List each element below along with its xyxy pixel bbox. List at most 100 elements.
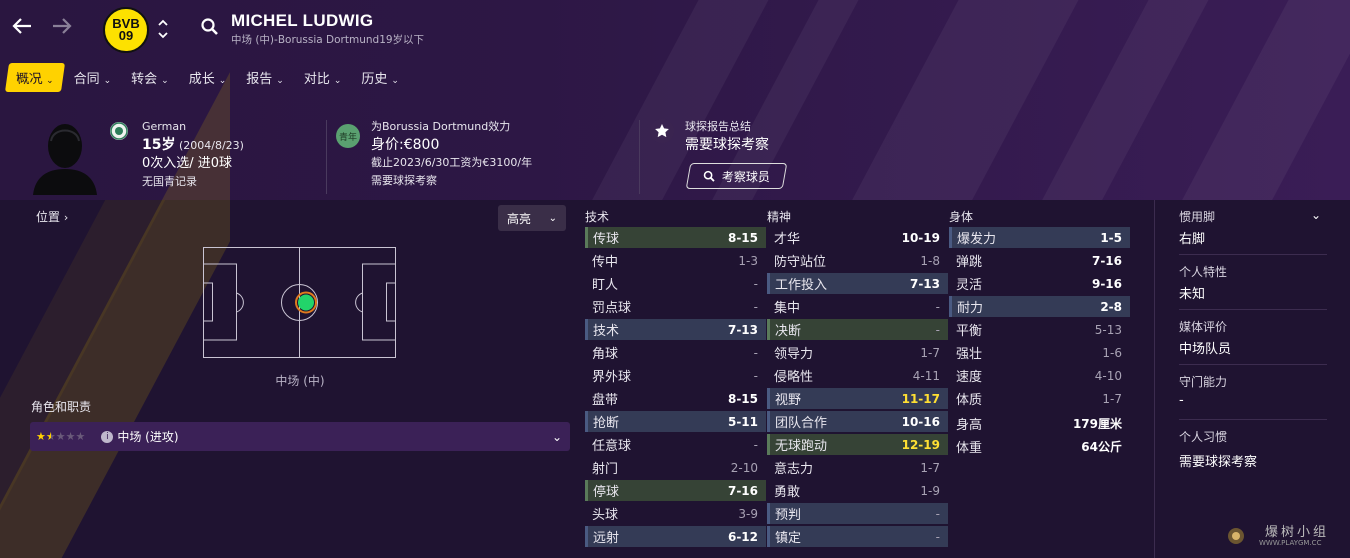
roles-label: 角色和职责: [31, 400, 92, 414]
attribute-name: 工作投入: [775, 278, 828, 293]
attribute-value: 4-10: [1094, 368, 1122, 383]
attribute-row[interactable]: 才华 10-19: [767, 227, 948, 248]
attribute-name: 速度: [956, 370, 983, 385]
profile-menu: 概况 ⌄ 合同 ⌄ 转会 ⌄ 成长 ⌄ 报告 ⌄ 对比 ⌄ 历史 ⌄: [4, 63, 410, 92]
attribute-row[interactable]: 界外球 -: [585, 365, 766, 386]
attribute-row[interactable]: 技术 7-13: [585, 319, 766, 340]
national-badge-icon: [110, 122, 128, 140]
role-stars: ★★★★★: [36, 430, 86, 443]
attribute-row[interactable]: 镇定 -: [767, 526, 948, 547]
goalkeeping-label: 守门能力: [1179, 375, 1228, 389]
attribute-row[interactable]: 无球跑动 12-19: [767, 434, 948, 455]
attribute-value: 6-12: [727, 529, 758, 544]
attribute-value: 7-16: [727, 483, 758, 498]
chevron-down-icon[interactable]: ⌄: [1311, 208, 1321, 222]
back-arrow-icon[interactable]: [8, 14, 36, 42]
weight-row: 体重 64公斤: [949, 436, 1130, 457]
playing-for: 为Borussia Dortmund效力: [371, 120, 511, 133]
highlight-select[interactable]: 高亮 ⌄: [498, 205, 566, 231]
search-icon[interactable]: [200, 17, 220, 37]
attribute-row[interactable]: 传中 1-3: [585, 250, 766, 271]
attribute-row[interactable]: 射门 2-10: [585, 457, 766, 478]
attribute-value: 1-8: [920, 253, 940, 268]
menu-development[interactable]: 成长 ⌄: [180, 63, 236, 92]
watermark-logo-icon: [1228, 528, 1244, 544]
divider: [326, 120, 327, 194]
club-logo-number: 09: [118, 28, 134, 43]
chevron-down-icon: ⌄: [551, 429, 562, 444]
attribute-row[interactable]: 团队合作 10-16: [767, 411, 948, 432]
attribute-row[interactable]: 抢断 5-11: [585, 411, 766, 432]
menu-compare[interactable]: 对比 ⌄: [295, 63, 351, 92]
role-name: 中场 (进攻): [117, 430, 179, 444]
attribute-row[interactable]: 角球 -: [585, 342, 766, 363]
scout-player-button[interactable]: 考察球员: [685, 163, 788, 189]
attribute-value: 8-15: [727, 391, 758, 406]
attribute-name: 团队合作: [775, 416, 828, 431]
menu-contract[interactable]: 合同 ⌄: [65, 63, 121, 92]
attribute-name: 防守站位: [774, 255, 827, 270]
divider: [1179, 364, 1327, 365]
highlight-select-label: 高亮: [507, 211, 532, 226]
attribute-row[interactable]: 弹跳 7-16: [949, 250, 1130, 271]
attribute-row[interactable]: 勇敢 1-9: [767, 480, 948, 501]
watermark-url: WWW.PLAYGM.CC: [1259, 539, 1322, 547]
attribute-value: -: [935, 506, 940, 521]
attribute-name: 无球跑动: [775, 439, 828, 454]
attribute-row[interactable]: 任意球 -: [585, 434, 766, 455]
attribute-row[interactable]: 决断 -: [767, 319, 948, 340]
role-select[interactable]: ★★★★★ i 中场 (进攻) ⌄: [30, 422, 570, 451]
divider: [1179, 419, 1327, 420]
attribute-row[interactable]: 罚点球 -: [585, 296, 766, 317]
club-logo[interactable]: BVB 09: [103, 7, 149, 53]
menu-transfer[interactable]: 转会 ⌄: [122, 63, 178, 92]
attribute-row[interactable]: 视野 11-17: [767, 388, 948, 409]
attribute-row[interactable]: 耐力 2-8: [949, 296, 1130, 317]
habits-value: 需要球探考察: [1179, 455, 1258, 470]
attribute-row[interactable]: 领导力 1-7: [767, 342, 948, 363]
attribute-value: 2-8: [1100, 299, 1122, 314]
club-switch-icon[interactable]: [157, 18, 169, 42]
youth-badge: 青年: [336, 124, 360, 148]
attribute-row[interactable]: 爆发力 1-5: [949, 227, 1130, 248]
watermark: 爆树小组 WWW.PLAYGM.CC: [1225, 520, 1345, 552]
attribute-row[interactable]: 盘带 8-15: [585, 388, 766, 409]
age: 15岁: [142, 137, 176, 153]
attribute-row[interactable]: 工作投入 7-13: [767, 273, 948, 294]
attribute-name: 灵活: [956, 278, 983, 293]
attribute-value: 1-7: [920, 345, 940, 360]
attribute-row[interactable]: 头球 3-9: [585, 503, 766, 524]
attribute-row[interactable]: 集中 -: [767, 296, 948, 317]
attribute-value: 4-11: [912, 368, 940, 383]
attribute-row[interactable]: 强壮 1-6: [949, 342, 1130, 363]
traits-label: 个人特性: [1179, 265, 1228, 279]
attribute-name: 勇敢: [774, 485, 801, 500]
attribute-row[interactable]: 传球 8-15: [585, 227, 766, 248]
star-icon: [650, 119, 674, 143]
attribute-row[interactable]: 侵略性 4-11: [767, 365, 948, 386]
menu-overview[interactable]: 概况 ⌄: [4, 63, 65, 92]
attribute-name: 传球: [593, 232, 620, 247]
attribute-name: 决断: [775, 324, 802, 339]
divider: [1179, 309, 1327, 310]
attribute-name: 意志力: [774, 462, 814, 477]
menu-history[interactable]: 历史 ⌄: [352, 63, 408, 92]
position-link[interactable]: 位置 ›: [36, 208, 68, 225]
physical-header: 身体: [949, 210, 974, 224]
attribute-row[interactable]: 体质 1-7: [949, 388, 1130, 409]
forward-arrow-icon[interactable]: [48, 14, 76, 42]
pitch-diagram: [203, 247, 396, 358]
menu-reports[interactable]: 报告 ⌄: [237, 63, 293, 92]
attribute-name: 才华: [774, 232, 801, 247]
attribute-row[interactable]: 平衡 5-13: [949, 319, 1130, 340]
attribute-row[interactable]: 盯人 -: [585, 273, 766, 294]
search-icon: [703, 170, 715, 182]
attribute-row[interactable]: 意志力 1-7: [767, 457, 948, 478]
attribute-row[interactable]: 防守站位 1-8: [767, 250, 948, 271]
attribute-row[interactable]: 预判 -: [767, 503, 948, 524]
attribute-row[interactable]: 灵活 9-16: [949, 273, 1130, 294]
attribute-name: 视野: [775, 393, 802, 408]
attribute-row[interactable]: 速度 4-10: [949, 365, 1130, 386]
attribute-row[interactable]: 停球 7-16: [585, 480, 766, 501]
attribute-row[interactable]: 远射 6-12: [585, 526, 766, 547]
